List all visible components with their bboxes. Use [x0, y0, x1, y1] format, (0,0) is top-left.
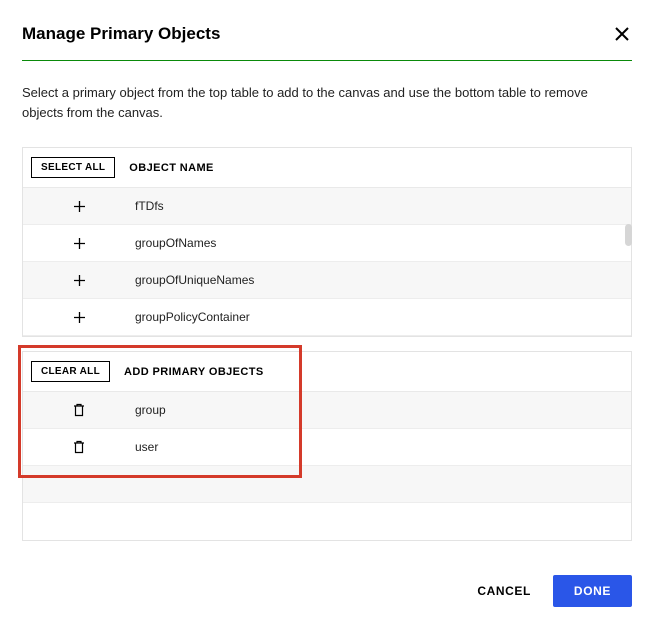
- table-row: group: [23, 392, 631, 429]
- select-all-button[interactable]: SELECT ALL: [31, 157, 115, 178]
- object-name: groupOfNames: [135, 236, 216, 250]
- add-icon[interactable]: [73, 237, 86, 250]
- cancel-button[interactable]: CANCEL: [463, 575, 545, 607]
- table-row-empty: [23, 466, 631, 503]
- table-row: fTDfs: [23, 188, 631, 225]
- add-icon[interactable]: [73, 274, 86, 287]
- header-divider: [22, 60, 632, 61]
- table-row: groupPolicyContainer: [23, 299, 631, 336]
- object-name: group: [135, 403, 166, 417]
- dialog-header: Manage Primary Objects: [22, 24, 632, 44]
- available-objects-table: SELECT ALL OBJECT NAME fTDfs groupOfName…: [22, 147, 632, 337]
- available-objects-column-header: OBJECT NAME: [129, 162, 213, 174]
- available-objects-header: SELECT ALL OBJECT NAME: [23, 148, 631, 188]
- clear-all-button[interactable]: CLEAR ALL: [31, 361, 110, 382]
- selected-objects-header: CLEAR ALL ADD PRIMARY OBJECTS: [23, 352, 631, 392]
- manage-primary-objects-dialog: Manage Primary Objects Select a primary …: [0, 0, 654, 621]
- done-button[interactable]: DONE: [553, 575, 632, 607]
- dialog-title: Manage Primary Objects: [22, 24, 220, 44]
- add-icon[interactable]: [73, 200, 86, 213]
- object-name: groupOfUniqueNames: [135, 273, 254, 287]
- object-name: user: [135, 440, 158, 454]
- remove-icon[interactable]: [73, 440, 85, 454]
- scrollbar-thumb[interactable]: [625, 224, 632, 246]
- close-button[interactable]: [612, 24, 632, 44]
- selected-objects-column-header: ADD PRIMARY OBJECTS: [124, 366, 264, 378]
- object-name: groupPolicyContainer: [135, 310, 250, 324]
- selected-objects-rows: group user: [23, 392, 631, 540]
- dialog-footer: CANCEL DONE: [463, 575, 632, 607]
- close-icon: [614, 26, 630, 42]
- table-row: groupOfUniqueNames: [23, 262, 631, 299]
- add-icon[interactable]: [73, 311, 86, 324]
- available-objects-rows: fTDfs groupOfNames groupOfUniqueNames: [23, 188, 631, 336]
- table-row: user: [23, 429, 631, 466]
- object-name: fTDfs: [135, 199, 164, 213]
- dialog-description: Select a primary object from the top tab…: [22, 83, 632, 123]
- selected-objects-table: CLEAR ALL ADD PRIMARY OBJECTS group user: [22, 351, 632, 541]
- remove-icon[interactable]: [73, 403, 85, 417]
- table-row: groupOfNames: [23, 225, 631, 262]
- table-row-empty: [23, 503, 631, 540]
